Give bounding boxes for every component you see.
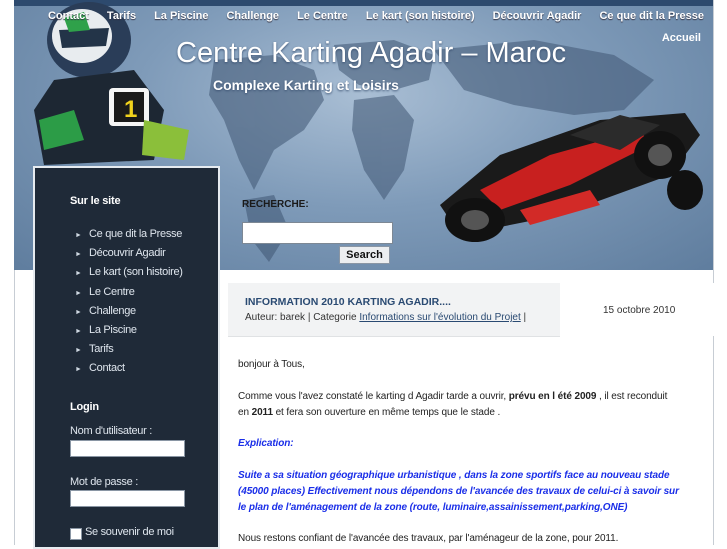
nav-presse[interactable]: Ce que dit la Presse [590,10,713,22]
bullet-icon: ► [75,232,82,239]
p2-line3: le plan de l'aménagement de la zone (rou… [238,502,628,513]
kart-number-label: 1 [124,96,137,123]
bullet-icon: ► [75,347,82,355]
p1-e: 2011 [251,407,273,418]
sidebar-item-label: Ce que dit la Presse [89,228,183,240]
bullet-icon: ► [75,270,82,278]
site-subtitle: Complexe Karting et Loisirs [213,77,399,93]
nav-le-centre[interactable]: Le Centre [288,10,357,22]
p1-b: prévu en l été 2009 [508,391,597,402]
kart-image [440,113,703,242]
sidebar-item-le-kart[interactable]: ► Le kart (son histoire) [75,263,183,282]
sidebar-item-presse[interactable]: ► Ce que dit la Presse [75,225,183,244]
bullet-icon: ► [75,308,82,316]
sidebar-item-decouvrir-agadir[interactable]: ► Découvrir Agadir [75,244,183,263]
password-label: Mot de passe : [70,476,138,488]
kart-driver-image: 1 [34,2,189,165]
sidebar-item-label: Contact [89,362,125,375]
nav-tarifs[interactable]: Tarifs [98,10,145,22]
post-date: 15 octobre 2010 [603,305,676,316]
sidebar-item-label: La Piscine [89,323,137,336]
search-button[interactable]: Search [339,246,390,264]
post-header [228,283,560,337]
sidebar-item-label: Découvrir Agadir [89,247,166,260]
nav-la-piscine[interactable]: La Piscine [145,10,217,22]
search-label: RECHERCHE: [242,199,309,210]
site-title: Centre Karting Agadir – Maroc [176,37,567,69]
sidebar-item-la-piscine[interactable]: ► La Piscine [75,321,183,340]
sidebar-item-contact[interactable]: ► Contact [75,359,183,378]
right-border [713,0,714,545]
login-heading: Login [70,401,99,413]
post-title[interactable]: INFORMATION 2010 KARTING AGADIR.... [245,296,451,308]
nav-le-kart[interactable]: Le kart (son histoire) [357,10,484,22]
post-paragraph-2: Suite a sa situation géographique urbani… [238,468,698,516]
sidebar-item-le-centre[interactable]: ► Le Centre [75,283,183,302]
bullet-icon: ► [75,366,82,374]
main-nav: Contact Tarifs La Piscine Challenge Le C… [39,10,713,22]
remember-checkbox[interactable] [70,528,82,540]
username-input[interactable] [70,440,185,457]
sidebar-site-heading: Sur le site [70,195,121,207]
username-label: Nom d'utilisateur : [70,425,152,437]
p1-d: en [238,407,252,418]
post-greeting: bonjour à Tous, [238,359,305,370]
sidebar-item-label: Tarifs [89,343,114,356]
nav-accueil[interactable]: Accueil [662,32,701,44]
post-meta-suffix: | [520,312,527,323]
post-category-link[interactable]: Informations sur l'évolution du Projet [359,312,520,323]
nav-challenge[interactable]: Challenge [217,10,288,22]
sidebar-item-label: Le kart (son histoire) [89,266,183,279]
sidebar-item-challenge[interactable]: ► Challenge [75,302,183,321]
sidebar-menu: ► Ce que dit la Presse ► Découvrir Agadir … [75,225,183,379]
password-input[interactable] [70,490,185,507]
bullet-icon: ► [75,327,82,335]
bullet-icon: ► [75,289,82,297]
bullet-icon: ► [75,251,82,259]
sidebar: Sur le site ► Ce que dit la Presse ► Décou… [33,166,220,549]
nav-decouvrir-agadir[interactable]: Découvrir Agadir [484,10,591,22]
sidebar-item-tarifs[interactable]: ► Tarifs [75,340,183,359]
post-meta: Auteur: barek | Categorie Informations s… [245,312,526,323]
p1-c: , il est reconduit [596,391,668,402]
remember-label: Se souvenir de moi [85,526,174,538]
search-input[interactable] [242,222,393,244]
p2-line1: Suite a sa situation géographique urbani… [238,470,670,481]
p1-f: et fera son ouverture en même temps que … [272,407,501,418]
sidebar-item-label: Le Centre [89,285,135,298]
nav-contact[interactable]: Contact [39,10,98,22]
p2-line2: (45000 places) Effectivement nous dépend… [238,486,679,497]
post-paragraph-1: Comme vous l'avez constaté le karting d … [238,389,698,421]
sidebar-item-label: Challenge [89,304,136,317]
left-border [14,270,15,545]
post-explication-heading: Explication: [238,438,294,449]
p1-a: Comme vous l'avez constaté le karting d … [238,391,509,402]
post-author: Auteur: barek | Categorie [245,312,360,323]
